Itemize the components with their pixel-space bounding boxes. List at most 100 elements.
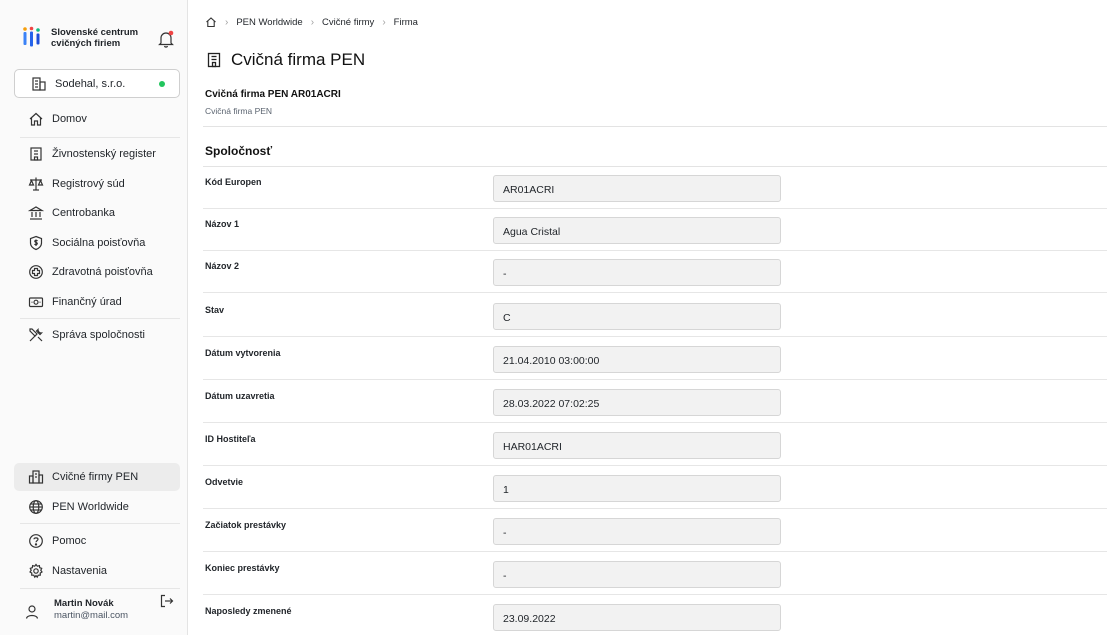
brand-logo-icon [22, 26, 42, 48]
nav-item-cvicne-firmy-pen[interactable]: Cvičné firmy PEN [14, 463, 180, 491]
nav-item-registrovy-sud[interactable]: Registrový súd [14, 170, 180, 198]
field-value[interactable]: - [493, 259, 781, 286]
nav-item-label: PEN Worldwide [52, 501, 129, 513]
breadcrumb-separator-icon: › [382, 16, 386, 28]
bank-icon [28, 205, 44, 221]
online-status-dot [159, 81, 165, 87]
page-title: Cvičná firma PEN [207, 50, 365, 70]
breadcrumb-item[interactable]: Cvičné firmy [322, 17, 374, 28]
field-value[interactable]: 1 [493, 475, 781, 502]
building-icon [207, 52, 221, 68]
field-value[interactable]: AR01ACRI [493, 175, 781, 202]
field-row-zaciatok-prestavky: Začiatok prestávky - [203, 510, 1107, 552]
building-icon [28, 146, 44, 162]
home-icon [28, 111, 44, 127]
field-value[interactable]: HAR01ACRI [493, 432, 781, 459]
nav-item-label: Cvičné firmy PEN [52, 471, 139, 483]
nav-item-sprava-spolocnosti[interactable]: Správa spoločnosti [14, 321, 180, 349]
breadcrumb-home-icon[interactable] [205, 16, 217, 28]
nav-item-pomoc[interactable]: Pomoc [14, 527, 180, 555]
field-row-koniec-prestavky: Koniec prestávky - [203, 553, 1107, 595]
field-row-datum-vytvorenia: Dátum vytvorenia 21.04.2010 03:00:00 [203, 338, 1107, 380]
notification-bell-icon[interactable] [158, 30, 174, 48]
field-value[interactable]: 28.03.2022 07:02:25 [493, 389, 781, 416]
field-value[interactable]: - [493, 561, 781, 588]
tools-icon [28, 327, 44, 343]
logout-icon[interactable] [160, 594, 174, 608]
nav-item-label: Domov [52, 113, 87, 125]
organization-name: Sodehal, s.r.o. [55, 78, 126, 90]
field-row-stav: Stav C [203, 295, 1107, 337]
nav-item-socialna-poistovna[interactable]: Sociálna poisťovňa [14, 229, 180, 257]
nav-item-label: Sociálna poisťovňa [52, 237, 146, 249]
field-value[interactable]: Agua Cristal [493, 217, 781, 244]
nav-item-label: Centrobanka [52, 207, 115, 219]
nav-item-label: Správa spoločnosti [52, 329, 145, 341]
field-row-nazov-2: Názov 2 - [203, 251, 1107, 293]
nav-divider [20, 318, 180, 319]
user-profile[interactable]: Martin Novák martin@mail.com [14, 590, 180, 630]
help-icon [28, 533, 44, 549]
field-label: Začiatok prestávky [205, 520, 287, 530]
nav-item-label: Živnostenský register [52, 148, 156, 160]
companies-icon [28, 469, 44, 485]
breadcrumb-item[interactable]: PEN Worldwide [236, 17, 302, 28]
cash-icon [28, 294, 44, 310]
field-row-kod-europen: Kód Europen AR01ACRI [203, 167, 1107, 209]
field-value[interactable]: 21.04.2010 03:00:00 [493, 346, 781, 373]
nav-item-label: Nastavenia [52, 565, 108, 577]
field-label: Stav [205, 305, 225, 315]
field-label: Naposledy zmenené [205, 606, 292, 616]
field-row-id-hostitela: ID Hostiteľa HAR01ACRI [203, 424, 1107, 466]
field-row-datum-uzavretia: Dátum uzavretia 28.03.2022 07:02:25 [203, 381, 1107, 423]
field-row-odvetvie: Odvetvie 1 [203, 467, 1107, 509]
section-title: Spoločnosť [205, 144, 273, 158]
page-title-text: Cvičná firma PEN [231, 50, 366, 69]
shield-dollar-icon [28, 235, 44, 251]
user-email: martin@mail.com [54, 610, 129, 621]
nav-divider [20, 523, 180, 524]
brand-name-line1: Slovenské centrum [51, 27, 139, 38]
gear-icon [28, 563, 44, 579]
health-cross-icon [28, 264, 44, 280]
nav-item-zdravotna-poistovna[interactable]: Zdravotná poisťovňa [14, 258, 180, 286]
nav-item-domov[interactable]: Domov [14, 105, 180, 133]
field-label: Koniec prestávky [205, 563, 280, 573]
office-building-icon [31, 76, 47, 92]
nav-item-financny-urad[interactable]: Finančný úrad [14, 288, 180, 316]
user-name: Martin Novák [54, 598, 114, 609]
breadcrumb: › PEN Worldwide › Cvičné firmy › Firma [205, 14, 418, 30]
header-divider [203, 126, 1107, 127]
organization-switcher[interactable]: Sodehal, s.r.o. [14, 69, 180, 98]
field-value[interactable]: 23.09.2022 [493, 604, 781, 631]
nav-item-label: Finančný úrad [52, 296, 122, 308]
user-avatar-icon [24, 604, 40, 620]
brand-name: Slovenské centrum cvičných firiem [51, 27, 151, 49]
sidebar: Slovenské centrum cvičných firiem Sodeha… [0, 0, 188, 635]
globe-icon [28, 499, 44, 515]
field-label: Odvetvie [205, 477, 244, 487]
field-row-nazov-1: Názov 1 Agua Cristal [203, 209, 1107, 251]
field-label: Dátum vytvorenia [205, 348, 281, 358]
breadcrumb-item-current: Firma [393, 16, 418, 28]
field-label: Dátum uzavretia [205, 391, 275, 401]
breadcrumb-separator-icon: › [225, 16, 229, 28]
field-value[interactable]: C [493, 303, 781, 330]
field-label: ID Hostiteľa [205, 434, 256, 444]
nav-item-label: Registrový súd [52, 178, 125, 190]
field-label: Kód Europen [205, 177, 262, 187]
field-value[interactable]: - [493, 518, 781, 545]
field-label: Názov 1 [205, 219, 240, 229]
field-row-naposledy-zmenene: Naposledy zmenené 23.09.2022 [203, 596, 1107, 635]
nav-divider [20, 588, 180, 589]
nav-item-centrobanka[interactable]: Centrobanka [14, 199, 180, 227]
nav-item-nastavenia[interactable]: Nastavenia [14, 557, 180, 585]
nav-item-label: Zdravotná poisťovňa [52, 266, 153, 278]
breadcrumb-separator-icon: › [310, 16, 315, 28]
brand-name-line2: cvičných firiem [51, 38, 121, 49]
nav-item-zivnostensky-register[interactable]: Živnostenský register [14, 140, 180, 168]
nav-item-label: Pomoc [52, 535, 87, 547]
nav-divider [20, 137, 180, 138]
nav-item-pen-worldwide[interactable]: PEN Worldwide [14, 493, 180, 521]
court-icon [28, 176, 44, 192]
